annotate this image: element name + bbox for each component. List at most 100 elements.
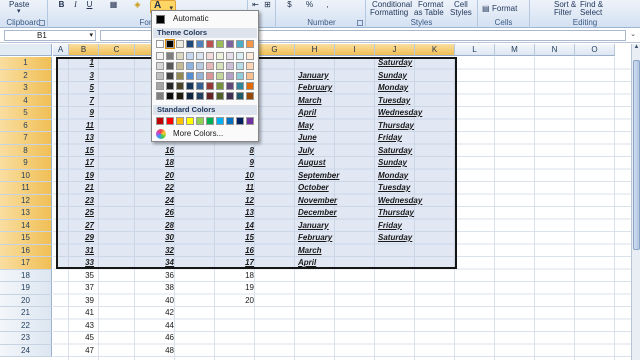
- cell-b22[interactable]: 43: [56, 320, 94, 333]
- column-header-a[interactable]: A: [53, 44, 69, 56]
- column-header-g[interactable]: G: [255, 44, 295, 56]
- theme-shade-swatch[interactable]: [196, 52, 204, 60]
- cell-d20[interactable]: 40: [136, 295, 174, 308]
- theme-shade-swatch[interactable]: [236, 82, 244, 90]
- row-header-11[interactable]: 11: [0, 182, 52, 195]
- formula-expand-icon[interactable]: ⌄: [628, 30, 638, 41]
- theme-shade-swatch[interactable]: [226, 92, 234, 100]
- theme-shade-swatch[interactable]: [206, 52, 214, 60]
- automatic-color-option[interactable]: Automatic: [153, 13, 257, 26]
- cell-j11[interactable]: Tuesday: [378, 182, 453, 195]
- theme-color-swatch[interactable]: [216, 40, 224, 48]
- name-box[interactable]: B1 ▾: [4, 30, 96, 41]
- bold-button[interactable]: B: [56, 0, 67, 10]
- cell-j12[interactable]: Wednesday: [378, 195, 453, 208]
- cell-b10[interactable]: 19: [56, 170, 94, 183]
- name-box-dropdown-icon[interactable]: ▾: [89, 31, 93, 41]
- column-header-b[interactable]: B: [69, 44, 99, 56]
- cell-b1[interactable]: 1: [56, 57, 94, 70]
- theme-shade-swatch[interactable]: [236, 52, 244, 60]
- row-header-3[interactable]: 3: [0, 82, 52, 95]
- theme-shade-swatch[interactable]: [156, 52, 164, 60]
- column-header-m[interactable]: M: [495, 44, 535, 56]
- cell-d18[interactable]: 36: [136, 270, 174, 283]
- theme-shade-swatch[interactable]: [206, 92, 214, 100]
- theme-color-swatch[interactable]: [206, 40, 214, 48]
- cell-b13[interactable]: 25: [56, 207, 94, 220]
- theme-color-swatch[interactable]: [226, 40, 234, 48]
- more-colors-option[interactable]: More Colors...: [153, 128, 257, 140]
- cell-j10[interactable]: Monday: [378, 170, 453, 183]
- column-header-h[interactable]: H: [295, 44, 335, 56]
- theme-shade-swatch[interactable]: [186, 92, 194, 100]
- decrease-indent-icon[interactable]: ⇤: [250, 0, 261, 10]
- cell-d15[interactable]: 30: [136, 232, 174, 245]
- row-header-4[interactable]: 4: [0, 94, 52, 107]
- cell-j8[interactable]: Saturday: [378, 145, 453, 158]
- theme-shade-swatch[interactable]: [206, 82, 214, 90]
- cell-d13[interactable]: 26: [136, 207, 174, 220]
- cell-j9[interactable]: Sunday: [378, 157, 453, 170]
- cell-f8[interactable]: 8: [216, 145, 254, 158]
- cell-j6[interactable]: Thursday: [378, 120, 453, 133]
- underline-button[interactable]: U: [84, 0, 95, 10]
- row-header-14[interactable]: 14: [0, 219, 52, 232]
- cell-d11[interactable]: 22: [136, 182, 174, 195]
- cell-f13[interactable]: 13: [216, 207, 254, 220]
- cell-b4[interactable]: 7: [56, 95, 94, 108]
- theme-shade-swatch[interactable]: [176, 92, 184, 100]
- cell-j2[interactable]: Sunday: [378, 70, 453, 83]
- column-header-k[interactable]: K: [415, 44, 455, 56]
- cell-b14[interactable]: 27: [56, 220, 94, 233]
- theme-shade-swatch[interactable]: [166, 62, 174, 70]
- cell-b11[interactable]: 21: [56, 182, 94, 195]
- cell-j5[interactable]: Wednesday: [378, 107, 453, 120]
- cell-h11[interactable]: October: [298, 182, 373, 195]
- sort-filter-line2[interactable]: Filter: [554, 8, 572, 17]
- cell-j1[interactable]: Saturday: [378, 57, 453, 70]
- row-header-15[interactable]: 15: [0, 232, 52, 245]
- theme-shade-swatch[interactable]: [196, 62, 204, 70]
- theme-shade-swatch[interactable]: [166, 82, 174, 90]
- cell-h14[interactable]: January: [298, 220, 373, 233]
- cell-d23[interactable]: 46: [136, 332, 174, 345]
- comma-button[interactable]: ,: [322, 0, 333, 10]
- scroll-thumb[interactable]: [633, 60, 640, 250]
- standard-color-swatch[interactable]: [166, 117, 174, 125]
- row-header-18[interactable]: 18: [0, 269, 52, 282]
- cell-b2[interactable]: 3: [56, 70, 94, 83]
- row-header-7[interactable]: 7: [0, 132, 52, 145]
- cell-b9[interactable]: 17: [56, 157, 94, 170]
- cell-b20[interactable]: 39: [56, 295, 94, 308]
- cell-f14[interactable]: 14: [216, 220, 254, 233]
- currency-button[interactable]: $: [284, 0, 295, 10]
- standard-color-swatch[interactable]: [236, 117, 244, 125]
- theme-shade-swatch[interactable]: [216, 92, 224, 100]
- theme-shade-swatch[interactable]: [166, 72, 174, 80]
- row-header-6[interactable]: 6: [0, 119, 52, 132]
- cell-styles-line2[interactable]: Styles: [450, 8, 472, 17]
- cell-j13[interactable]: Thursday: [378, 207, 453, 220]
- standard-color-swatch[interactable]: [176, 117, 184, 125]
- cell-b8[interactable]: 15: [56, 145, 94, 158]
- cell-d24[interactable]: 48: [136, 345, 174, 358]
- cell-h17[interactable]: April: [298, 257, 373, 270]
- cell-b16[interactable]: 31: [56, 245, 94, 258]
- standard-color-swatch[interactable]: [226, 117, 234, 125]
- cell-f11[interactable]: 11: [216, 182, 254, 195]
- theme-shade-swatch[interactable]: [246, 92, 254, 100]
- standard-color-swatch[interactable]: [216, 117, 224, 125]
- theme-shade-swatch[interactable]: [226, 82, 234, 90]
- row-header-10[interactable]: 10: [0, 169, 52, 182]
- theme-shade-swatch[interactable]: [236, 92, 244, 100]
- row-header-2[interactable]: 2: [0, 69, 52, 82]
- cell-f16[interactable]: 16: [216, 245, 254, 258]
- column-header-c[interactable]: C: [99, 44, 135, 56]
- row-header-23[interactable]: 23: [0, 332, 52, 345]
- conditional-formatting-line2[interactable]: Formatting: [370, 8, 408, 17]
- cell-b3[interactable]: 5: [56, 82, 94, 95]
- theme-shade-swatch[interactable]: [216, 52, 224, 60]
- cell-h12[interactable]: November: [298, 195, 373, 208]
- cell-b15[interactable]: 29: [56, 232, 94, 245]
- cell-h9[interactable]: August: [298, 157, 373, 170]
